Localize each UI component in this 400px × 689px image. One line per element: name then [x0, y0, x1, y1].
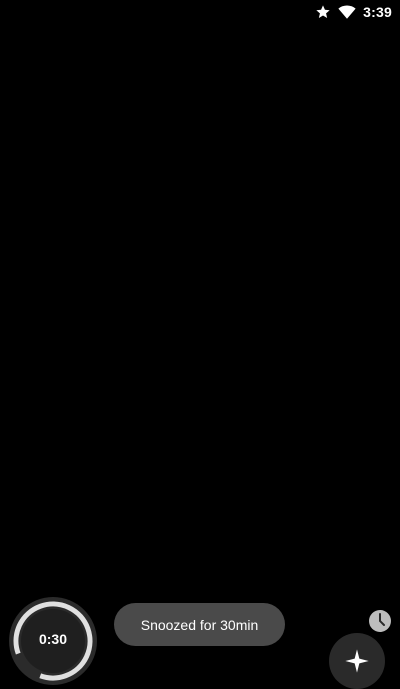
sparkle-action-button[interactable]: [329, 633, 385, 689]
status-time: 3:39: [363, 4, 392, 20]
screen: { "status_bar": { "time": "3:39", "icons…: [0, 0, 400, 689]
star-icon: [315, 4, 331, 20]
status-bar: 3:39: [0, 0, 400, 24]
sparkle-icon: [345, 649, 369, 673]
wifi-icon: [338, 4, 356, 20]
clock-icon[interactable]: [368, 609, 392, 633]
timer-value: 0:30: [38, 631, 68, 647]
timer-dial[interactable]: 0:30: [9, 597, 97, 685]
status-icons: 3:39: [315, 3, 392, 21]
toast-message: Snoozed for 30min: [140, 616, 259, 633]
snooze-toast: Snoozed for 30min: [114, 603, 285, 646]
